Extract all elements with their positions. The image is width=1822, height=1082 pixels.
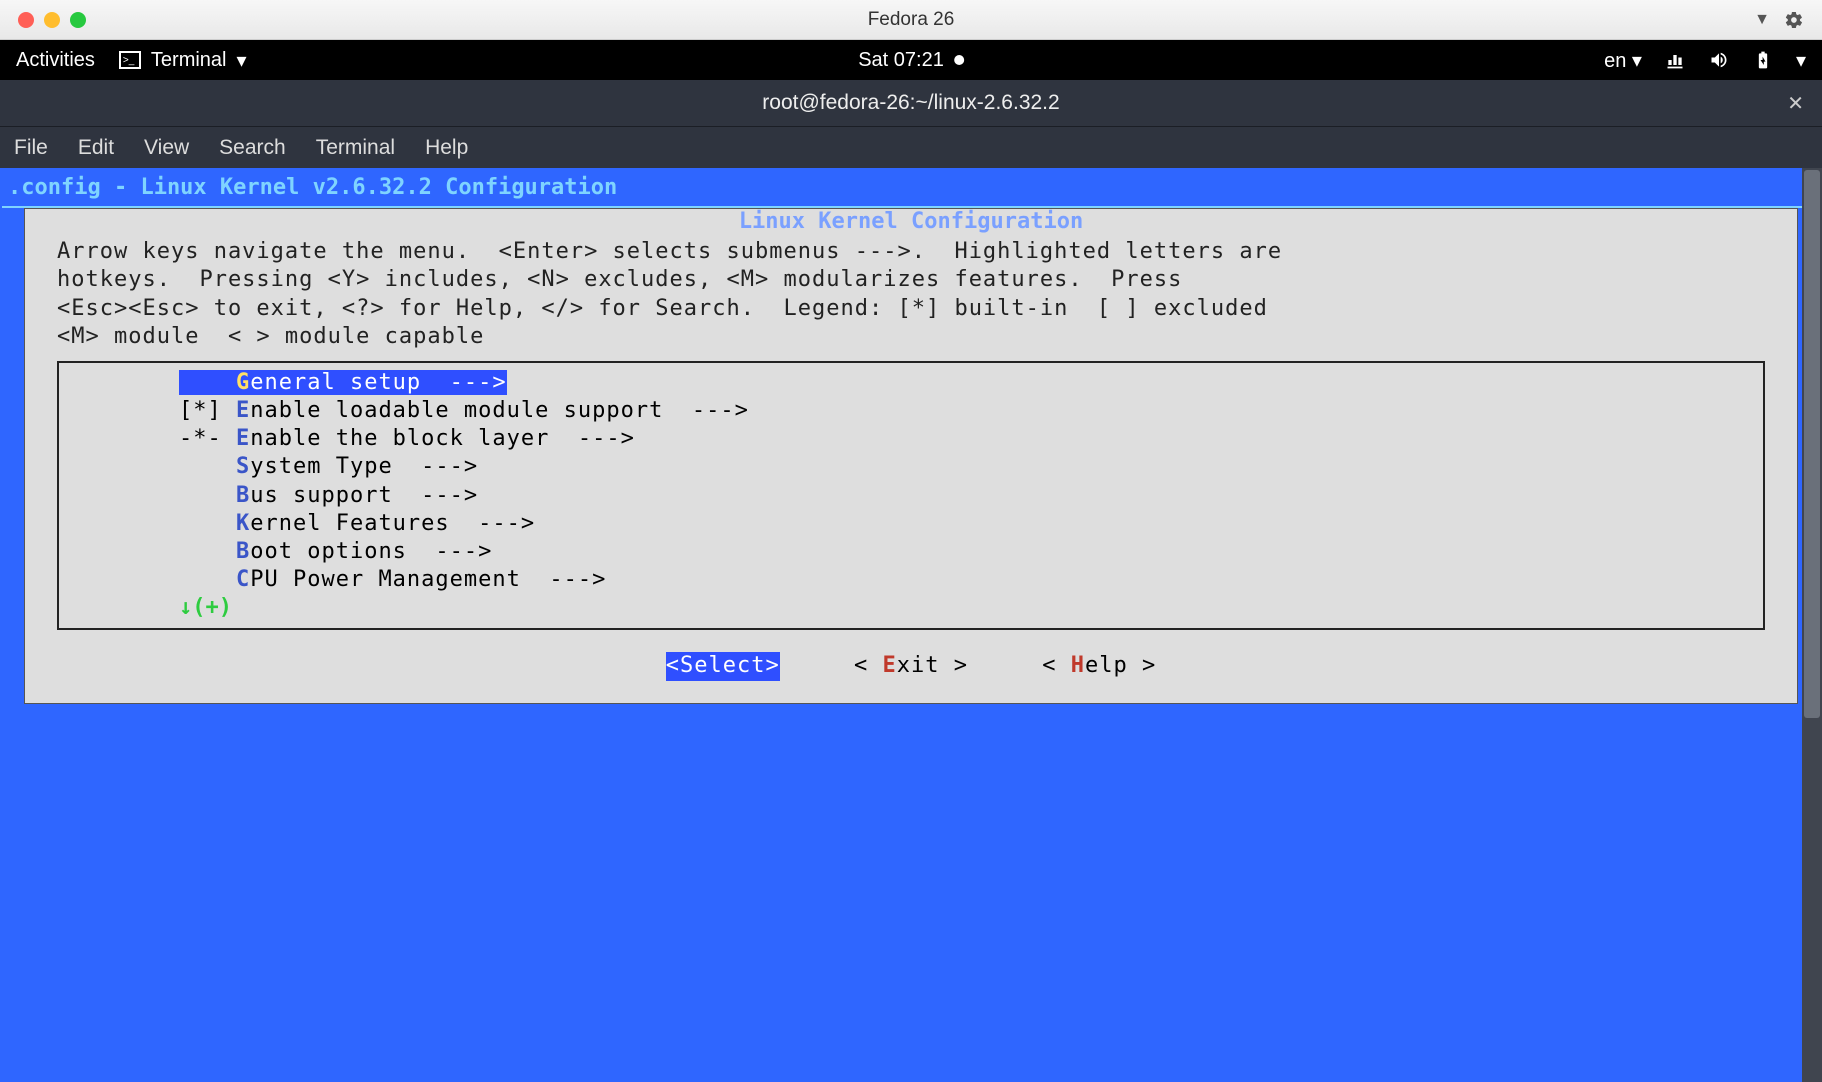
gear-icon[interactable] — [1784, 10, 1804, 30]
terminal-menubar: File Edit View Search Terminal Help — [0, 126, 1822, 168]
menu-list: General setup ---> [*] Enable loadable m… — [57, 361, 1765, 630]
menu-item-block-layer[interactable]: -*- Enable the block layer ---> — [59, 425, 1763, 453]
close-icon[interactable]: ✕ — [1787, 91, 1804, 116]
gnome-top-bar: Activities >_ Terminal ▾ Sat 07:21 en ▾ … — [0, 40, 1822, 80]
menu-edit[interactable]: Edit — [78, 136, 114, 160]
close-icon[interactable] — [18, 12, 34, 28]
system-menu-chevron-icon[interactable]: ▾ — [1796, 48, 1806, 73]
menu-item-general-setup[interactable]: General setup ---> — [59, 369, 1763, 397]
menu-search[interactable]: Search — [219, 136, 286, 160]
clock-label: Sat 07:21 — [858, 49, 944, 72]
dialog-title: Linux Kernel Configuration — [25, 208, 1797, 236]
dropdown-icon[interactable]: ▼ — [1754, 11, 1770, 29]
volume-icon[interactable] — [1708, 50, 1730, 70]
menu-item-cpu-power[interactable]: CPU Power Management ---> — [59, 566, 1763, 594]
select-button[interactable]: <Select> — [666, 652, 780, 680]
menu-item-bus-support[interactable]: Bus support ---> — [59, 482, 1763, 510]
window-title: Fedora 26 — [868, 9, 955, 31]
terminal-body: .config - Linux Kernel v2.6.32.2 Configu… — [0, 168, 1822, 1082]
config-header: .config - Linux Kernel v2.6.32.2 Configu… — [0, 168, 1822, 204]
more-indicator: ↓(+) — [59, 594, 1763, 622]
minimize-icon[interactable] — [44, 12, 60, 28]
traffic-lights — [0, 12, 86, 28]
network-icon[interactable] — [1664, 50, 1686, 70]
terminal-titlebar: root@fedora-26:~/linux-2.6.32.2 ✕ — [0, 80, 1822, 126]
active-app[interactable]: >_ Terminal ▾ — [119, 48, 247, 73]
scrollbar-thumb[interactable] — [1804, 170, 1820, 718]
dialog-instructions: Arrow keys navigate the menu. <Enter> se… — [25, 236, 1797, 361]
menu-view[interactable]: View — [144, 136, 189, 160]
battery-icon[interactable] — [1752, 50, 1774, 70]
menu-help[interactable]: Help — [425, 136, 468, 160]
menu-file[interactable]: File — [14, 136, 48, 160]
input-lang[interactable]: en ▾ — [1604, 48, 1642, 73]
mac-titlebar: Fedora 26 ▼ — [0, 0, 1822, 40]
lang-label: en — [1604, 50, 1626, 72]
scrollbar[interactable] — [1802, 168, 1822, 1082]
chevron-down-icon: ▾ — [236, 48, 246, 73]
clock[interactable]: Sat 07:21 — [858, 49, 964, 72]
notification-dot-icon — [954, 55, 964, 65]
active-app-label: Terminal — [151, 49, 227, 72]
menuconfig-dialog: Linux Kernel Configuration Arrow keys na… — [24, 208, 1798, 703]
menu-terminal[interactable]: Terminal — [316, 136, 395, 160]
menu-item-enable-modules[interactable]: [*] Enable loadable module support ---> — [59, 397, 1763, 425]
menu-item-system-type[interactable]: System Type ---> — [59, 453, 1763, 481]
terminal-icon: >_ — [119, 51, 141, 69]
menu-item-kernel-features[interactable]: Kernel Features ---> — [59, 510, 1763, 538]
terminal-title: root@fedora-26:~/linux-2.6.32.2 — [762, 91, 1059, 115]
zoom-icon[interactable] — [70, 12, 86, 28]
exit-button[interactable]: < Exit > — [854, 652, 968, 680]
activities-button[interactable]: Activities — [16, 49, 95, 72]
menu-item-boot-options[interactable]: Boot options ---> — [59, 538, 1763, 566]
button-row: <Select> < Exit > < Help > — [25, 642, 1797, 702]
help-button[interactable]: < Help > — [1042, 652, 1156, 680]
